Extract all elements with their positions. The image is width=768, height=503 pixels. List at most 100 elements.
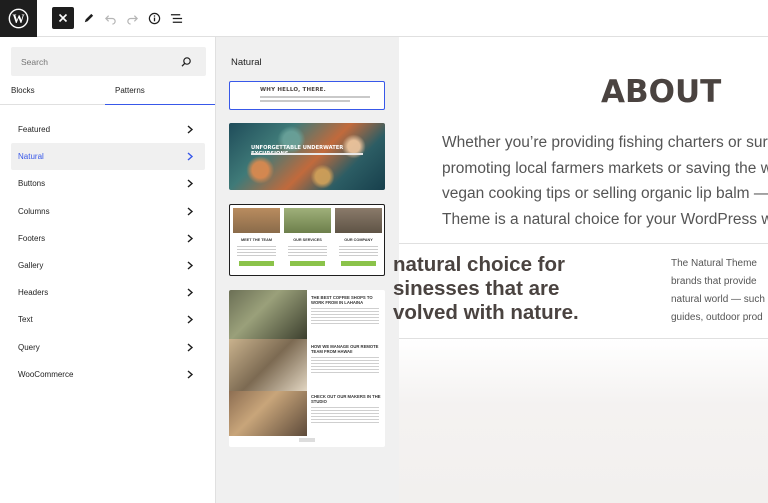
column-heading: OUR SERVICES	[293, 238, 322, 242]
pattern-card-blog-list[interactable]: THE BEST COFFEE SHOPS TO WORK FROM IN LA…	[229, 290, 385, 447]
info-icon	[148, 12, 160, 24]
tools-button[interactable]	[77, 7, 99, 29]
category-columns[interactable]: Columns	[11, 198, 205, 225]
pattern-category-list: Featured Natural Buttons Columns Footers…	[11, 116, 205, 388]
redo-button[interactable]	[121, 7, 143, 29]
category-featured[interactable]: Featured	[11, 116, 205, 143]
search-icon	[181, 57, 191, 67]
intro-line: vegan cooking tips or selling organic li…	[442, 185, 768, 202]
post-title: HOW WE MANAGE OUR REMOTE TEAM FROM HAWAI…	[311, 344, 379, 355]
right-line: brands that provide	[671, 276, 757, 287]
intro-paragraph: Whether you’re providing fishing charter…	[442, 130, 768, 232]
column-button	[239, 261, 274, 266]
post-excerpt	[311, 407, 379, 425]
chevron-right-icon	[187, 315, 194, 324]
right-line: natural world — such	[671, 294, 765, 305]
close-inserter-button[interactable]	[52, 7, 74, 29]
chevron-right-icon	[187, 234, 194, 243]
right-paragraph: The Natural Theme brands that provide na…	[671, 255, 765, 327]
pattern-preview-heading: WHY HELLO, THERE.	[260, 87, 326, 93]
big-heading-line: volved with nature.	[393, 301, 579, 324]
close-icon	[58, 13, 68, 23]
chevron-right-icon	[187, 207, 194, 216]
wordpress-logo-button[interactable]: W	[0, 0, 37, 37]
category-text[interactable]: Text	[11, 306, 205, 333]
search-input[interactable]	[11, 47, 181, 76]
category-label: Natural	[18, 152, 44, 162]
chevron-right-icon	[187, 125, 194, 134]
column-photo	[335, 208, 382, 233]
post-title: CHECK OUT OUR MAKERS IN THE STUDIO	[311, 394, 381, 405]
category-label: Query	[18, 342, 40, 352]
tab-blocks[interactable]: Blocks	[11, 86, 35, 105]
category-label: Buttons	[18, 179, 46, 189]
pattern-card-three-columns[interactable]: MEET THE TEAM OUR SERVICES OUR COMPANY	[229, 204, 385, 276]
category-natural[interactable]: Natural	[11, 143, 205, 171]
column-button	[290, 261, 325, 266]
category-label: Featured	[18, 125, 51, 135]
column-photo	[233, 208, 280, 233]
post-image	[229, 339, 307, 391]
column-text	[339, 246, 378, 256]
category-label: WooCommerce	[18, 369, 74, 379]
redo-icon	[126, 14, 138, 25]
hero-background	[399, 339, 768, 503]
chevron-right-icon	[187, 179, 194, 188]
chevron-right-icon	[187, 288, 194, 297]
right-line: guides, outdoor prod	[671, 312, 763, 323]
category-woocommerce[interactable]: WooCommerce	[11, 361, 205, 388]
category-label: Headers	[18, 288, 49, 298]
post-title: THE BEST COFFEE SHOPS TO WORK FROM IN LA…	[311, 295, 373, 306]
pattern-preview-text	[251, 153, 363, 155]
pattern-preview-text	[260, 100, 350, 102]
pagination	[299, 438, 315, 442]
patterns-explorer-panel: Natural WHY HELLO, THERE. UNFORGETTABLE …	[216, 37, 399, 503]
active-tab-indicator	[105, 103, 215, 105]
editor-top-toolbar: W	[0, 0, 768, 37]
tab-patterns[interactable]: Patterns	[105, 86, 215, 105]
big-heading-line: sinesses that are	[393, 277, 560, 300]
post-image	[229, 391, 307, 436]
list-view-icon	[170, 13, 182, 23]
intro-line: Whether you’re providing fishing charter…	[442, 134, 768, 151]
chevron-right-icon	[187, 342, 194, 352]
category-query[interactable]: Query	[11, 334, 205, 361]
post-image	[229, 290, 307, 339]
right-line: The Natural Theme	[671, 258, 757, 269]
chevron-right-icon	[187, 261, 194, 270]
category-headers[interactable]: Headers	[11, 279, 205, 306]
category-label: Footers	[18, 233, 46, 243]
pattern-preview-text	[260, 96, 370, 98]
pattern-card-hello[interactable]: WHY HELLO, THERE.	[229, 81, 385, 110]
chevron-right-icon	[187, 370, 194, 379]
category-label: Columns	[18, 206, 50, 216]
intro-line: Theme is a natural choice for your WordP…	[442, 210, 768, 228]
search-box	[11, 47, 206, 76]
block-inserter-sidebar: Blocks Patterns Featured Natural Buttons…	[0, 37, 216, 503]
pencil-icon	[84, 13, 93, 22]
wordpress-icon: W	[8, 8, 29, 29]
pattern-card-underwater[interactable]: UNFORGETTABLE UNDERWATER EXCURSIONS	[229, 123, 385, 190]
column-text	[288, 246, 327, 256]
about-heading: ABOUT	[601, 74, 722, 110]
category-label: Text	[18, 315, 33, 325]
list-view-button[interactable]	[165, 7, 187, 29]
svg-text:W: W	[12, 12, 25, 26]
chevron-right-icon	[187, 152, 194, 161]
category-gallery[interactable]: Gallery	[11, 252, 205, 279]
pattern-preview-heading: UNFORGETTABLE UNDERWATER EXCURSIONS	[251, 145, 344, 157]
undo-icon	[104, 14, 116, 25]
column-heading: MEET THE TEAM	[240, 238, 272, 242]
intro-line: promoting local farmers markets or savin…	[442, 159, 768, 177]
details-button[interactable]	[143, 7, 165, 29]
undo-button[interactable]	[99, 7, 121, 29]
post-excerpt	[311, 357, 379, 375]
category-buttons[interactable]: Buttons	[11, 170, 205, 197]
big-heading-line: natural choice for	[393, 253, 566, 276]
column-text	[237, 246, 276, 256]
category-footers[interactable]: Footers	[11, 225, 205, 252]
post-excerpt	[311, 308, 379, 326]
column-heading: OUR COMPANY	[344, 238, 373, 242]
column-photo	[284, 208, 331, 233]
inserter-tabs: Blocks Patterns	[0, 82, 216, 105]
